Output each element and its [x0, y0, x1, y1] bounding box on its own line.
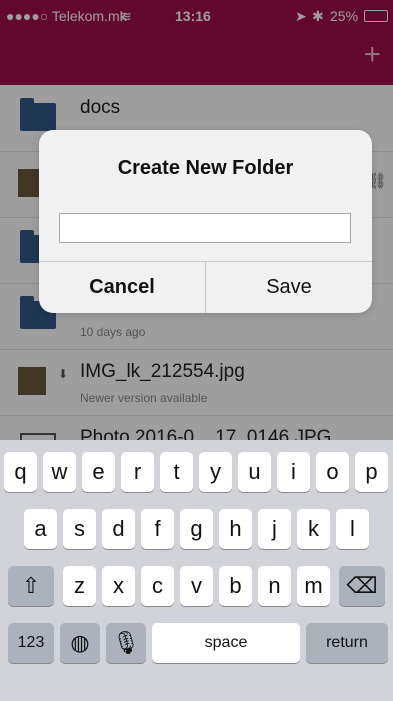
dialog-title: Create New Folder	[117, 157, 294, 179]
key[interactable]: a	[24, 509, 57, 549]
key[interactable]: c	[141, 566, 174, 606]
shift-key[interactable]: ⇧	[8, 566, 54, 606]
key[interactable]: v	[180, 566, 213, 606]
key[interactable]: p	[355, 452, 388, 492]
key[interactable]: s	[63, 509, 96, 549]
key[interactable]: x	[102, 566, 135, 606]
key[interactable]: g	[180, 509, 213, 549]
folder-name-input[interactable]	[59, 213, 351, 243]
key[interactable]: t	[160, 452, 193, 492]
key[interactable]: o	[316, 452, 349, 492]
space-key[interactable]: space	[152, 623, 300, 663]
key[interactable]: k	[297, 509, 330, 549]
cancel-button[interactable]: Cancel	[39, 261, 205, 313]
keyboard: q w e r t y u i o p a s d f g h j k l ⇧ …	[0, 440, 393, 701]
key[interactable]: h	[219, 509, 252, 549]
key[interactable]: z	[63, 566, 96, 606]
key[interactable]: w	[43, 452, 76, 492]
key[interactable]: r	[121, 452, 154, 492]
key[interactable]: b	[219, 566, 252, 606]
key[interactable]: u	[238, 452, 271, 492]
numbers-key[interactable]: 123	[8, 623, 54, 663]
key[interactable]: e	[82, 452, 115, 492]
backspace-key[interactable]: ⌫	[339, 566, 385, 606]
key[interactable]: y	[199, 452, 232, 492]
return-key[interactable]: return	[306, 623, 388, 663]
globe-icon[interactable]: ◍	[60, 623, 100, 663]
key[interactable]: d	[102, 509, 135, 549]
key[interactable]: n	[258, 566, 291, 606]
mic-icon[interactable]: 🎙	[106, 623, 146, 663]
key[interactable]: m	[297, 566, 330, 606]
save-button[interactable]: Save	[206, 261, 372, 313]
key[interactable]: i	[277, 452, 310, 492]
key[interactable]: q	[4, 452, 37, 492]
key[interactable]: f	[141, 509, 174, 549]
key[interactable]: l	[336, 509, 369, 549]
create-folder-dialog: Create New Folder Cancel Save	[39, 130, 372, 313]
key[interactable]: j	[258, 509, 291, 549]
